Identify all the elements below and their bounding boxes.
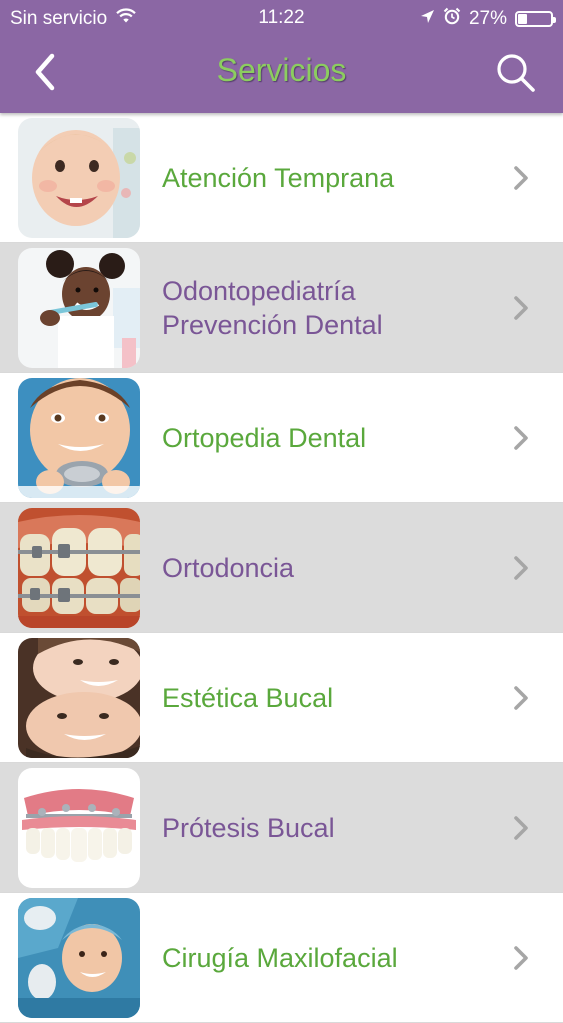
dental-prosthesis-photo <box>18 768 140 888</box>
chevron-right-icon <box>513 425 529 451</box>
battery-level <box>518 14 527 24</box>
service-label: Prótesis Bucal <box>162 763 482 892</box>
service-label: Odontopediatría Prevención Dental <box>162 243 482 372</box>
service-label-line: Estética Bucal <box>162 682 334 713</box>
alarm-icon <box>443 7 461 31</box>
search-icon <box>497 54 535 92</box>
chevron-right-icon <box>513 945 529 971</box>
service-row[interactable]: Estética Bucal <box>0 633 563 763</box>
chevron-right-icon <box>513 165 529 191</box>
service-row[interactable]: Cirugía Maxilofacial <box>0 893 563 1023</box>
service-label-line: Odontopediatría <box>162 275 356 306</box>
boy-with-retainer-photo <box>18 378 140 498</box>
service-row[interactable]: Ortodoncia <box>0 503 563 633</box>
service-label: Atención Temprana <box>162 113 482 242</box>
chevron-right-icon <box>513 295 529 321</box>
service-label: Ortopedia Dental <box>162 373 482 502</box>
service-label-line: Prevención Dental <box>162 309 383 340</box>
service-row[interactable]: Atención Temprana <box>0 113 563 243</box>
status-right: 27% <box>420 7 556 31</box>
smiling-couple-photo <box>18 638 140 758</box>
battery-percent: 27% <box>468 8 507 29</box>
chevron-right-icon <box>513 685 529 711</box>
battery-icon <box>515 11 556 27</box>
service-label-line: Ortopedia Dental <box>162 422 367 453</box>
service-label: Cirugía Maxilofacial <box>162 893 482 1022</box>
nav-bar: Servicios <box>0 36 563 113</box>
service-label-line: Ortodoncia <box>162 552 295 583</box>
service-label-line: Cirugía Maxilofacial <box>162 942 398 973</box>
services-list: Atención Temprana Odontopediatría Prevenci… <box>0 113 563 1023</box>
service-label-line: Prótesis Bucal <box>162 812 335 843</box>
baby-photo <box>18 118 140 238</box>
chevron-right-icon <box>513 815 529 841</box>
service-label: Estética Bucal <box>162 633 482 762</box>
service-row[interactable]: Ortopedia Dental <box>0 373 563 503</box>
service-row[interactable]: Prótesis Bucal <box>0 763 563 893</box>
service-label-line: Atención Temprana <box>162 162 395 193</box>
chevron-right-icon <box>513 555 529 581</box>
surgery-patient-photo <box>18 898 140 1018</box>
service-row[interactable]: Odontopediatría Prevención Dental <box>0 243 563 373</box>
search-button[interactable] <box>493 50 539 96</box>
location-arrow-icon <box>420 8 435 30</box>
page-title: Servicios <box>216 52 347 88</box>
service-label: Ortodoncia <box>162 503 482 632</box>
top-bar: Sin servicio 11:22 27% Servicios <box>0 0 563 113</box>
girl-brushing-teeth-photo <box>18 248 140 368</box>
status-bar: Sin servicio 11:22 27% <box>0 0 563 36</box>
teeth-braces-photo <box>18 508 140 628</box>
